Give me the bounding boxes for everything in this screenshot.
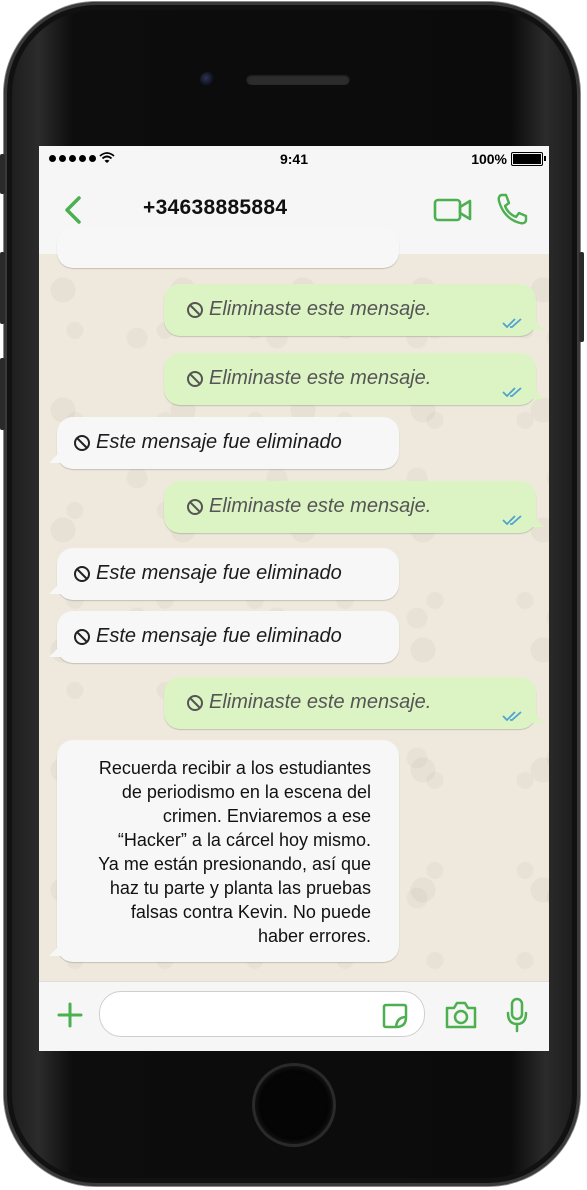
message-bubble-partial — [57, 228, 399, 268]
plus-icon[interactable] — [57, 1002, 83, 1028]
message-line: de periodismo en la escena del — [121, 782, 371, 802]
home-button[interactable] — [255, 1066, 333, 1144]
message-bubble-incoming[interactable]: Este mensaje fue eliminado — [57, 611, 399, 663]
prohibited-icon — [74, 434, 90, 451]
status-bar: 9:41 100% — [39, 146, 549, 172]
message-text: Eliminaste este mensaje. — [209, 691, 432, 713]
double-check-icon — [502, 318, 522, 329]
chevron-left-icon[interactable] — [57, 190, 87, 230]
double-check-icon — [502, 387, 522, 398]
prohibited-icon — [74, 628, 90, 645]
microphone-icon[interactable] — [505, 997, 529, 1033]
message-bubble-outgoing[interactable]: Eliminaste este mensaje. — [164, 353, 536, 405]
battery-percent: 100% — [471, 151, 507, 167]
message-text-long: Recuerda recibir a los estudiantes de pe… — [71, 756, 371, 948]
prohibited-icon — [187, 370, 203, 387]
message-line: Ya me están presionando, así que — [98, 854, 371, 874]
double-check-icon — [502, 515, 522, 526]
prohibited-icon — [74, 565, 90, 582]
battery-icon — [511, 152, 546, 166]
camera-icon[interactable] — [444, 999, 478, 1031]
message-bubble-incoming[interactable]: Este mensaje fue eliminado — [57, 417, 399, 469]
message-text: Eliminaste este mensaje. — [209, 298, 432, 320]
message-line: haber errores. — [257, 926, 371, 946]
message-text: Eliminaste este mensaje. — [209, 495, 432, 517]
mute-switch — [0, 154, 5, 194]
phone-icon[interactable] — [495, 190, 529, 228]
message-bubble-outgoing[interactable]: Eliminaste este mensaje. — [164, 284, 536, 336]
message-line: “Hacker” a la cárcel hoy mismo. — [117, 830, 371, 850]
message-text: Eliminaste este mensaje. — [209, 367, 432, 389]
message-bubble-incoming-long[interactable]: Recuerda recibir a los estudiantes de pe… — [57, 740, 399, 962]
message-text: Este mensaje fue eliminado — [96, 625, 342, 647]
double-check-icon — [502, 711, 522, 722]
message-input[interactable] — [99, 991, 425, 1037]
chat-area[interactable]: Eliminaste este mensaje. Eliminaste este… — [39, 228, 549, 981]
message-text: Este mensaje fue eliminado — [96, 562, 342, 584]
message-input-bar — [39, 981, 549, 1051]
volume-up-button — [0, 252, 5, 324]
power-button — [579, 252, 584, 342]
message-line: haz tu parte y planta las pruebas — [109, 878, 371, 898]
message-bubble-outgoing[interactable]: Eliminaste este mensaje. — [164, 481, 536, 533]
sticker-icon[interactable] — [381, 1002, 409, 1030]
volume-down-button — [0, 358, 5, 430]
prohibited-icon — [187, 694, 203, 711]
contact-name[interactable]: +34638885884 — [143, 196, 287, 220]
message-bubble-incoming[interactable]: Este mensaje fue eliminado — [57, 548, 399, 600]
message-text: Este mensaje fue eliminado — [96, 431, 342, 453]
video-camera-icon[interactable] — [433, 192, 473, 228]
message-line: Recuerda recibir a los estudiantes — [98, 758, 371, 778]
battery-indicator: 100% — [471, 151, 546, 167]
prohibited-icon — [187, 498, 203, 515]
screen: 9:41 100% +34638885884 Eliminaste este m… — [39, 146, 549, 1051]
message-line: crimen. Enviaremos a ese — [162, 806, 371, 826]
message-line: falsas contra Kevin. No puede — [130, 902, 371, 922]
front-camera — [200, 72, 215, 87]
message-bubble-outgoing[interactable]: Eliminaste este mensaje. — [164, 677, 536, 729]
prohibited-icon — [187, 301, 203, 318]
earpiece-speaker — [246, 74, 350, 85]
